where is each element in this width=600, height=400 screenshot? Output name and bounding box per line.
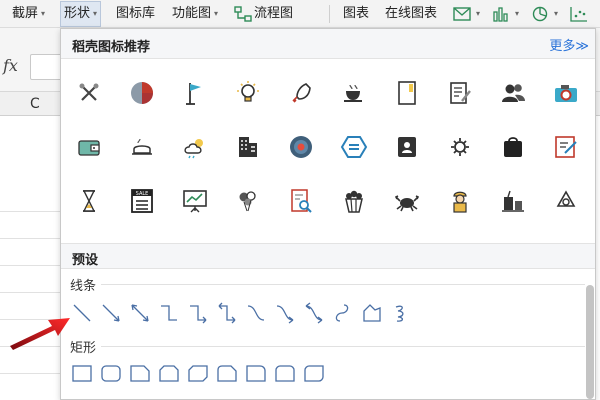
contact-book-icon[interactable] xyxy=(391,131,423,163)
document-edit-icon[interactable] xyxy=(444,77,476,109)
hexagon-icon[interactable] xyxy=(338,131,370,163)
chevron-down-icon: ▾ xyxy=(515,9,520,18)
svg-text:SALE: SALE xyxy=(136,191,149,197)
bar-chart-dropdown[interactable]: ▾ xyxy=(492,0,519,28)
hourglass-icon[interactable] xyxy=(73,185,105,217)
online-chart-button[interactable]: 在线图表 xyxy=(385,0,437,28)
bar-chart-icon xyxy=(493,7,508,22)
elbow-arrow-connector-shape[interactable] xyxy=(183,301,212,325)
pie-chart-icon[interactable] xyxy=(126,77,158,109)
chevron-down-icon: ▾ xyxy=(476,9,481,18)
bread-icon[interactable] xyxy=(126,131,158,163)
function-chart-button[interactable]: 功能图 ▾ xyxy=(172,0,218,28)
flowchart-button[interactable]: 流程图 xyxy=(234,0,293,28)
snip-diagonal-rectangle-shape[interactable] xyxy=(183,361,212,385)
icon-library-button[interactable]: 图标库 xyxy=(116,0,155,28)
screenshot-button[interactable]: 截屏 ▾ xyxy=(12,0,45,28)
freeform-shape[interactable] xyxy=(357,301,386,325)
coffee-icon[interactable] xyxy=(338,77,370,109)
ribbon-toolbar: 截屏 ▾ 形状 ▾ 图标库 功能图 ▾ 流程图 图表 在线图表 ▾ ▾ ▾ xyxy=(0,0,600,28)
round-same-side-rectangle-shape[interactable] xyxy=(270,361,299,385)
icon-recommend-title: 稻壳图标推荐 xyxy=(72,40,151,55)
round-diagonal-rectangle-shape[interactable] xyxy=(299,361,328,385)
popcorn-icon[interactable] xyxy=(338,185,370,217)
rectangle-section-divider xyxy=(101,346,585,347)
mail-chart-icon xyxy=(453,7,471,21)
worker-icon[interactable] xyxy=(444,185,476,217)
grid-line xyxy=(0,292,60,293)
curved-double-arrow-connector-shape[interactable] xyxy=(299,301,328,325)
line-chart-dropdown[interactable]: ▾ xyxy=(453,0,480,28)
cloud-sun-icon[interactable] xyxy=(179,131,211,163)
more-link[interactable]: 更多≫ xyxy=(549,35,589,54)
camera-icon[interactable] xyxy=(550,77,582,109)
grid-line xyxy=(0,238,60,239)
elbow-connector-shape[interactable] xyxy=(154,301,183,325)
crab-icon[interactable] xyxy=(391,185,423,217)
search-document-icon[interactable] xyxy=(285,185,317,217)
scatter-chart-dropdown[interactable] xyxy=(570,0,590,28)
column-header-c[interactable]: C xyxy=(30,96,40,112)
recycle-icon[interactable] xyxy=(550,185,582,217)
lines-section-divider xyxy=(101,284,585,285)
double-arrow-line-shape[interactable] xyxy=(125,301,154,325)
gear-icon[interactable] xyxy=(444,131,476,163)
red-pointer-arrow-icon xyxy=(10,318,70,350)
presets-title: 预设 xyxy=(72,253,99,268)
chart-button[interactable]: 图表 xyxy=(343,0,369,28)
snip-round-rectangle-shape[interactable] xyxy=(212,361,241,385)
lines-section-label: 线条 xyxy=(70,279,97,294)
panel-scrollbar[interactable] xyxy=(586,285,594,399)
scatter-chart-icon xyxy=(570,7,587,22)
note-edit-icon[interactable] xyxy=(550,131,582,163)
fx-label[interactable]: fx xyxy=(3,56,18,75)
rounded-rectangle-shape[interactable] xyxy=(96,361,125,385)
toolbar-divider xyxy=(329,5,330,23)
round-single-corner-rectangle-shape[interactable] xyxy=(241,361,270,385)
wallet-icon[interactable] xyxy=(73,131,105,163)
shapes-button[interactable]: 形状 ▾ xyxy=(60,1,102,27)
elbow-double-arrow-connector-shape[interactable] xyxy=(212,301,241,325)
curve-shape[interactable] xyxy=(328,301,357,325)
target-icon[interactable] xyxy=(285,131,317,163)
presets-header: 预设 xyxy=(61,243,595,269)
arrow-line-shape[interactable] xyxy=(96,301,125,325)
snip-corner-rectangle-shape[interactable] xyxy=(125,361,154,385)
line-shapes-row xyxy=(67,301,415,325)
rectangle-shape[interactable] xyxy=(67,361,96,385)
drink-icon[interactable] xyxy=(497,185,529,217)
chevron-down-icon: ▾ xyxy=(554,9,559,18)
presentation-icon[interactable] xyxy=(179,185,211,217)
curved-arrow-connector-shape[interactable] xyxy=(270,301,299,325)
pie-chart-outline-icon xyxy=(532,6,548,22)
scribble-shape[interactable] xyxy=(386,301,415,325)
snip-same-side-rectangle-shape[interactable] xyxy=(154,361,183,385)
flowchart-icon xyxy=(234,6,252,22)
building-icon[interactable] xyxy=(232,131,264,163)
rectangle-shapes-row xyxy=(67,361,328,385)
sale-board-icon[interactable]: SALE xyxy=(126,185,158,217)
users-icon[interactable] xyxy=(497,77,529,109)
balloons-icon[interactable] xyxy=(232,185,264,217)
icon-recommend-header: 稻壳图标推荐 更多≫ xyxy=(61,29,595,59)
chevron-down-icon: ▾ xyxy=(93,9,98,18)
shopping-bag-icon[interactable] xyxy=(497,131,529,163)
flag-icon[interactable] xyxy=(179,77,211,109)
lightbulb-icon[interactable] xyxy=(232,77,264,109)
notebook-icon[interactable] xyxy=(391,77,423,109)
chevron-down-icon: ▾ xyxy=(41,9,46,18)
pie-chart-dropdown[interactable]: ▾ xyxy=(531,0,558,28)
chevron-down-icon: ▾ xyxy=(214,9,219,18)
grid-line xyxy=(0,211,60,212)
shapes-dropdown-panel: 稻壳图标推荐 更多≫ SALE 预设 线条 矩形 xyxy=(60,28,596,400)
curved-connector-shape[interactable] xyxy=(241,301,270,325)
rocket-icon[interactable] xyxy=(285,77,317,109)
grid-line xyxy=(0,373,60,374)
tools-icon[interactable] xyxy=(73,77,105,109)
grid-line xyxy=(0,265,60,266)
